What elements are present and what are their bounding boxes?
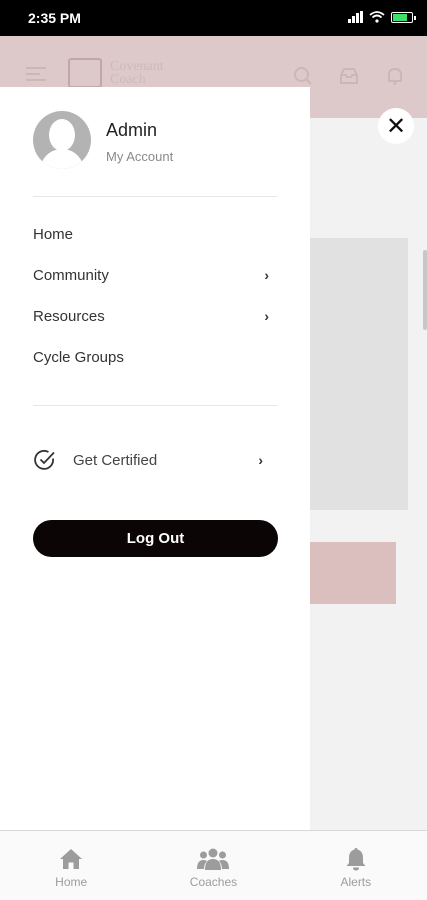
navigation-drawer: Admin My Account Home Community › Resour…	[0, 87, 310, 830]
nav-item-alerts[interactable]: Alerts	[285, 831, 427, 900]
menu-item-label: Resources	[33, 307, 105, 325]
chevron-right-icon: ›	[264, 308, 269, 324]
close-icon: ✕	[385, 112, 407, 140]
wifi-icon	[369, 11, 385, 23]
get-certified-item[interactable]: Get Certified ›	[33, 445, 263, 475]
menu-item-home[interactable]: Home	[33, 219, 277, 249]
my-account-link[interactable]: My Account	[106, 149, 173, 164]
coaches-icon	[197, 848, 230, 870]
menu-item-label: Cycle Groups	[33, 348, 124, 366]
divider	[33, 405, 277, 406]
get-certified-label: Get Certified	[73, 451, 158, 469]
nav-label: Coaches	[189, 875, 238, 889]
user-name[interactable]: Admin	[106, 120, 157, 141]
nav-label: Alerts	[340, 875, 372, 889]
logout-button[interactable]: Log Out	[33, 520, 278, 557]
menu-item-cycle-groups[interactable]: Cycle Groups	[33, 342, 277, 372]
menu-item-resources[interactable]: Resources ›	[33, 301, 277, 331]
close-drawer-button[interactable]: ✕	[378, 108, 414, 144]
nav-item-home[interactable]: Home	[0, 831, 142, 900]
chevron-right-icon: ›	[258, 452, 263, 468]
status-bar: 2:35 PM	[0, 0, 427, 36]
battery-icon	[391, 11, 416, 23]
chevron-right-icon: ›	[264, 267, 269, 283]
menu-item-label: Community	[33, 266, 109, 284]
bottom-nav: Home Coaches Alerts	[0, 830, 427, 900]
avatar[interactable]	[33, 111, 91, 169]
menu-item-label: Home	[33, 225, 74, 243]
menu-item-community[interactable]: Community ›	[33, 260, 277, 290]
home-icon	[60, 849, 83, 869]
nav-item-coaches[interactable]: Coaches	[142, 831, 284, 900]
nav-label: Home	[55, 875, 88, 889]
divider	[33, 196, 277, 197]
signal-icon	[348, 11, 363, 23]
status-icons	[348, 11, 416, 23]
bell-icon	[346, 848, 366, 871]
check-circle-icon	[34, 449, 55, 470]
scrollbar[interactable]	[423, 250, 427, 330]
status-time: 2:35 PM	[28, 10, 81, 26]
